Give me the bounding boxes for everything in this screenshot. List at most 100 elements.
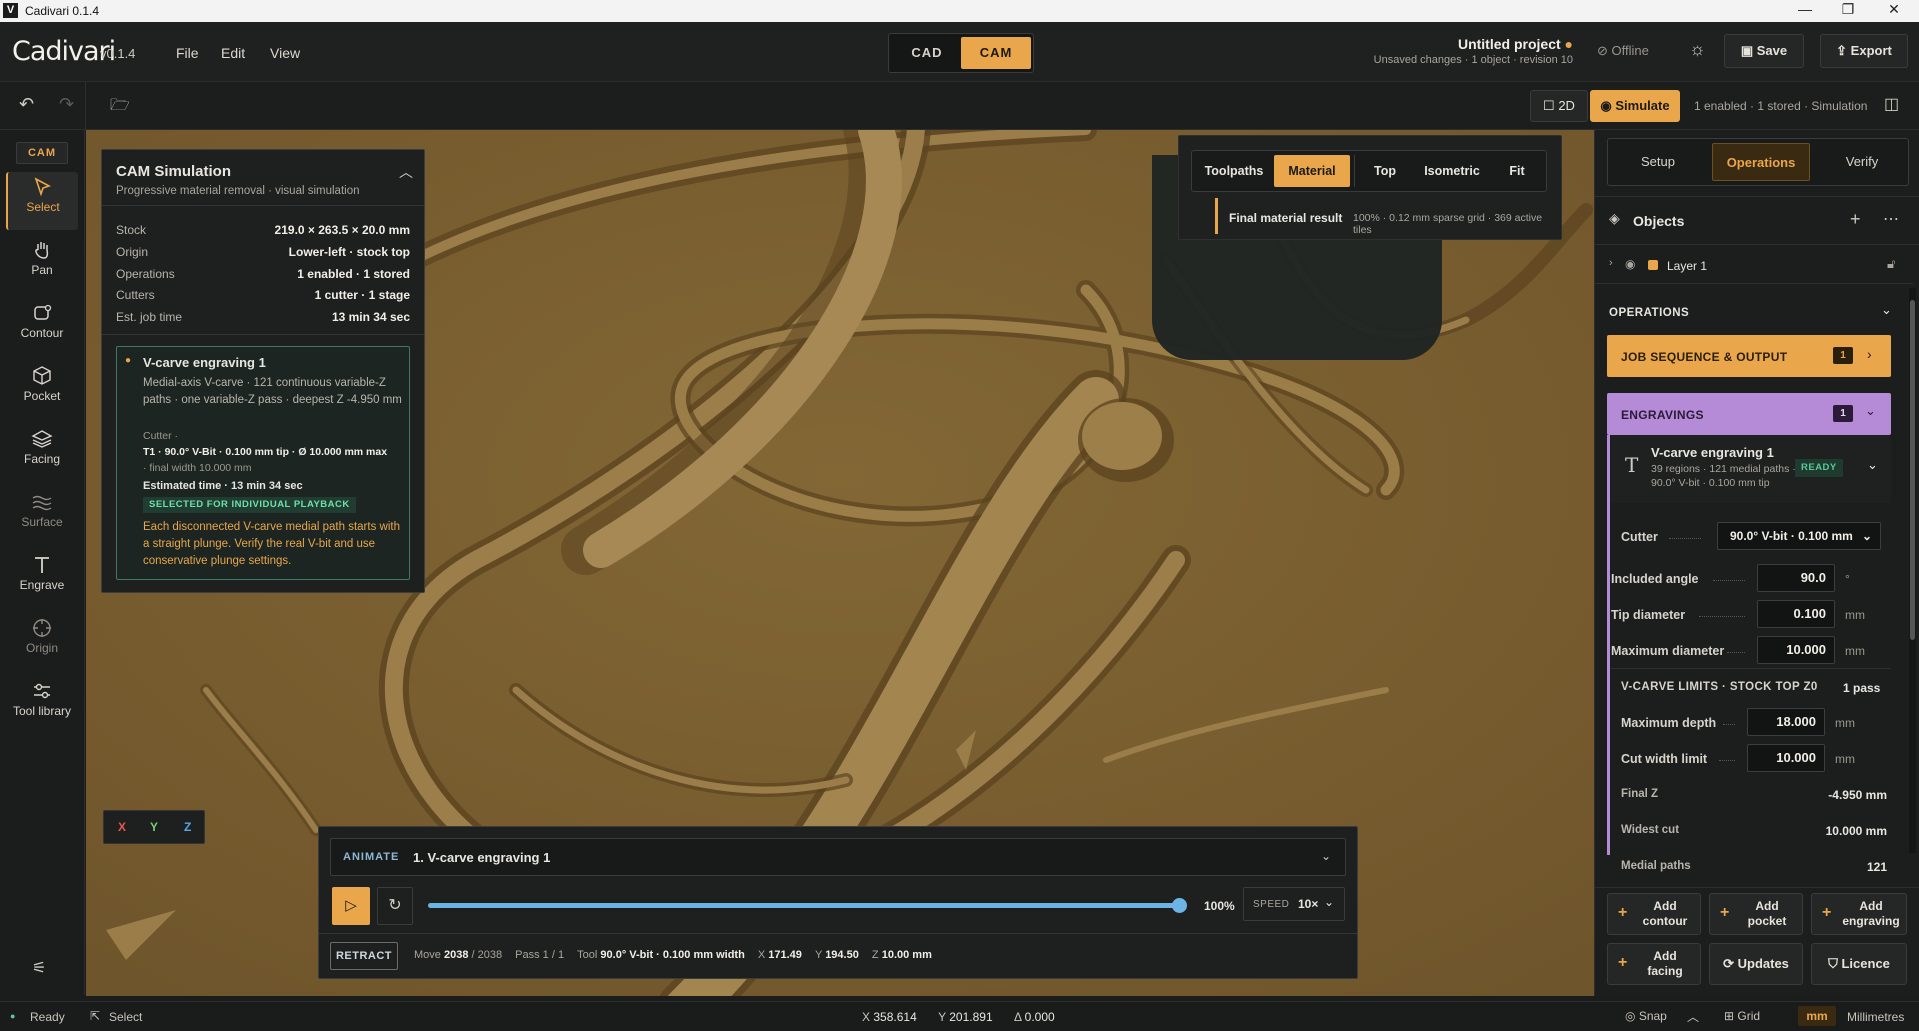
axis-y-button[interactable]: Y	[150, 820, 158, 834]
eye-icon[interactable]: ◉	[1625, 257, 1635, 271]
view-tabs: Toolpaths Material Top Isometric Fit	[1191, 150, 1547, 192]
updates-button[interactable]: ⟳ Updates	[1709, 943, 1803, 985]
cutter-select[interactable]: 90.0° V-bit · 0.100 mm ⌄	[1717, 522, 1881, 550]
job-sequence-row[interactable]: JOB SEQUENCE & OUTPUT 1 ›	[1607, 335, 1891, 377]
menu-edit[interactable]: Edit	[221, 45, 245, 61]
collapse-chevron-icon[interactable]: ︿	[399, 162, 413, 182]
engraving-group-bar	[1607, 435, 1610, 855]
tab-toolpaths[interactable]: Toolpaths	[1196, 155, 1272, 187]
tab-material[interactable]: Material	[1274, 155, 1350, 187]
snap-toggle[interactable]: ◎ Snap	[1625, 1009, 1667, 1023]
view-2d-toggle[interactable]: ☐ 2D	[1530, 90, 1588, 122]
item-chevron-icon[interactable]: ⌄	[1867, 457, 1878, 473]
settings-sliders-icon[interactable]: ⚟	[32, 958, 46, 978]
included-angle-input[interactable]: 90.0	[1757, 564, 1835, 592]
tool-engrave[interactable]: Engrave	[6, 550, 78, 608]
progress-handle[interactable]	[1172, 898, 1187, 913]
cut-width-label: Cut width limit	[1621, 752, 1708, 766]
max-depth-input[interactable]: 18.000	[1747, 708, 1825, 736]
scrollbar-track[interactable]	[1909, 288, 1916, 853]
plunge-warning: Each disconnected V-carve medial path st…	[143, 521, 400, 567]
toggle-panel-icon[interactable]: ◫	[1884, 94, 1899, 114]
add-contour-button[interactable]: + Add contour	[1607, 893, 1701, 935]
right-tabs: Setup Operations Verify	[1607, 138, 1909, 186]
close-icon[interactable]: ✕	[1874, 1, 1914, 18]
tab-top[interactable]: Top	[1360, 155, 1410, 187]
cut-width-input[interactable]: 10.000	[1747, 744, 1825, 772]
engraving-item[interactable]: T V-carve engraving 1 39 regions · 121 m…	[1611, 435, 1891, 503]
mode-cad-button[interactable]: CAD	[892, 37, 962, 69]
secondary-toolbar: ↶ ↷ 🗁 ☐ 2D ◉ Simulate 1 enabled · 1 stor…	[0, 82, 1919, 130]
tip-diameter-unit: mm	[1845, 608, 1865, 622]
operation-card[interactable]: ● V-carve engraving 1 Medial-axis V-carv…	[116, 346, 410, 580]
save-label: Save	[1756, 43, 1788, 58]
window-title: Cadivari 0.1.4	[25, 4, 100, 18]
open-folder-icon[interactable]: 🗁	[110, 94, 130, 121]
add-facing-button[interactable]: + Add facing	[1607, 943, 1701, 985]
tool-facing[interactable]: Facing	[6, 424, 78, 482]
more-options-icon[interactable]: ⋯	[1883, 209, 1899, 229]
tool-pan[interactable]: Pan	[6, 235, 78, 293]
op-cutter-extra: · final width 10.000 mm	[143, 462, 252, 474]
app-version: v0.1.4	[100, 46, 136, 61]
expand-chevron-icon[interactable]: ›	[1609, 257, 1613, 269]
animate-op-name: 1. V-carve engraving 1	[413, 850, 551, 865]
save-button[interactable]: ▣ Save	[1724, 34, 1804, 68]
tab-verify[interactable]: Verify	[1818, 143, 1906, 181]
undo-icon[interactable]: ↶	[19, 94, 34, 115]
theme-sun-icon[interactable]: ☼	[1689, 39, 1706, 60]
progress-track[interactable]	[428, 898, 1187, 913]
lock-icon[interactable]: 🔓︎	[1887, 256, 1895, 272]
add-object-icon[interactable]: +	[1850, 209, 1861, 230]
axis-x-button[interactable]: X	[118, 820, 126, 834]
unit-toggle[interactable]: mm	[1798, 1006, 1836, 1026]
engraving-name: V-carve engraving 1	[1651, 445, 1774, 460]
tool-surface[interactable]: Surface	[6, 487, 78, 545]
tool-library[interactable]: Tool library	[5, 676, 79, 734]
view-controls: Toolpaths Material Top Isometric Fit Fin…	[1178, 135, 1562, 240]
project-info: Untitled project ● Unsaved changes · 1 o…	[1374, 36, 1573, 66]
mode-cam-button[interactable]: CAM	[961, 37, 1031, 69]
max-diameter-input[interactable]: 10.000	[1757, 636, 1835, 664]
tab-setup[interactable]: Setup	[1612, 143, 1704, 181]
op-status-dot-icon: ●	[125, 355, 132, 366]
tool-pocket[interactable]: Pocket	[6, 361, 78, 419]
redo-icon[interactable]: ↷	[59, 94, 74, 115]
operations-collapse-icon[interactable]: ⌄	[1881, 302, 1892, 318]
maximize-icon[interactable]: ❐	[1828, 1, 1868, 18]
view-2d-label: 2D	[1558, 98, 1575, 113]
menu-view[interactable]: View	[270, 45, 300, 61]
export-button[interactable]: ⇪ Export	[1820, 34, 1908, 68]
export-label: Export	[1850, 43, 1892, 58]
speed-select[interactable]: SPEED 10× ⌄	[1243, 887, 1345, 921]
snap-chevron-icon[interactable]: ︿	[1687, 1008, 1699, 1025]
tab-isometric[interactable]: Isometric	[1414, 155, 1490, 187]
animation-op-select[interactable]: ANIMATE 1. V-carve engraving 1 ⌄	[330, 838, 1346, 876]
result-label: Final material result	[1229, 211, 1343, 225]
play-button[interactable]: ▷	[332, 887, 370, 925]
tool-pan-label: Pan	[31, 263, 53, 277]
sliders-icon	[34, 683, 50, 699]
grid-toggle[interactable]: ⊞ Grid	[1724, 1009, 1760, 1023]
unsaved-dot-icon: ●	[1564, 36, 1573, 52]
minimize-icon[interactable]: —	[1785, 1, 1825, 17]
tab-operations[interactable]: Operations	[1712, 143, 1810, 181]
engravings-row[interactable]: ENGRAVINGS 1 ⌄	[1607, 393, 1891, 435]
menu-file[interactable]: File	[176, 45, 199, 61]
tab-fit[interactable]: Fit	[1492, 155, 1542, 187]
restart-button[interactable]: ↻	[377, 887, 413, 925]
tip-diameter-input[interactable]: 0.100	[1757, 600, 1835, 628]
tool-contour[interactable]: Contour	[6, 298, 78, 356]
chevron-down-icon: ⌄	[1321, 849, 1332, 863]
axis-z-button[interactable]: Z	[184, 820, 191, 834]
status-tool: Select	[109, 1010, 143, 1024]
tool-select[interactable]: Select	[6, 172, 78, 230]
result-info: 100% · 0.12 mm sparse grid · 369 active …	[1353, 212, 1543, 236]
add-pocket-button[interactable]: + Add pocket	[1709, 893, 1803, 935]
licence-button[interactable]: ⛉ Licence	[1811, 943, 1907, 985]
tool-origin[interactable]: Origin	[6, 613, 78, 671]
scrollbar-thumb[interactable]	[1910, 300, 1915, 640]
add-engraving-button[interactable]: + Add engraving	[1811, 893, 1907, 935]
layer-name[interactable]: Layer 1	[1667, 259, 1707, 273]
simulate-button[interactable]: ◉ Simulate	[1590, 90, 1680, 122]
